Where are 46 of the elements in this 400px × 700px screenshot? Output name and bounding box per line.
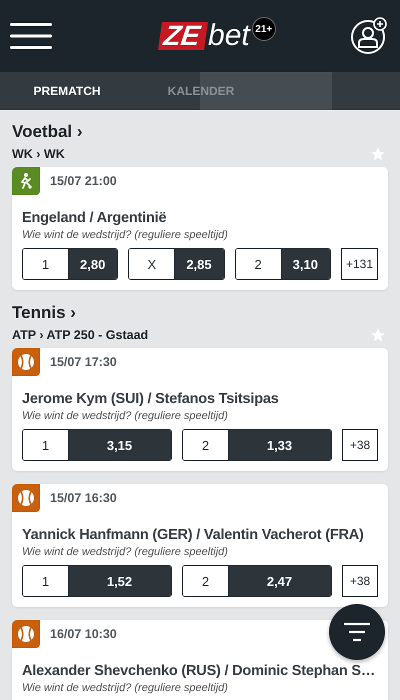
match-title[interactable]: Yannick Hanfmann (GER) / Valentin Vacherot (FRA) (22, 526, 378, 544)
more-markets-button[interactable]: +38 (342, 565, 378, 597)
section-title[interactable]: Voetbal › (12, 122, 388, 142)
odds-value: 2,47 (228, 566, 331, 596)
match-time: 15/07 16:30 (50, 491, 117, 505)
odds-button[interactable]: X 2,85 (128, 248, 225, 280)
match-time: 15/07 17:30 (50, 355, 117, 369)
odds-value: 3,15 (68, 430, 171, 460)
market-label: Wie wint de wedstrijd? (reguliere speeltijd) (22, 546, 229, 559)
competition-title[interactable]: ATP › ATP 250 - Gstaad (12, 328, 148, 342)
odds-value: 2,80 (68, 249, 118, 279)
odds-button[interactable]: 2 3,10 (234, 248, 331, 280)
odds-button[interactable]: 1 1,52 (22, 565, 172, 597)
star-icon[interactable] (370, 146, 386, 162)
odds-value: 1,52 (68, 566, 171, 596)
logo-text: bet (208, 21, 250, 51)
filter-icon (342, 622, 372, 642)
match-title[interactable]: Engeland / Argentinië (22, 209, 378, 227)
more-markets-button[interactable]: +131 (340, 248, 378, 280)
tennis-ball-icon (16, 488, 36, 508)
section-title[interactable]: Tennis › (12, 303, 388, 323)
outcome-label: X (129, 249, 174, 279)
market-label: Wie wint de wedstrijd? (reguliere speeltijd) (22, 682, 229, 695)
odds-button[interactable]: 2 2,47 (182, 565, 332, 597)
odds-button[interactable]: 2 1,33 (182, 429, 332, 461)
match-title[interactable]: Alexander Shevchenko (RUS) / Dominic Stephan S… (22, 662, 378, 680)
market-label: Wie wint de wedstrijd? (reguliere speeltijd) (22, 410, 229, 423)
add-user-icon[interactable] (350, 17, 388, 55)
menu-icon[interactable] (10, 23, 52, 49)
match-title[interactable]: Jerome Kym (SUI) / Stefanos Tsitsipas (22, 390, 378, 408)
odds-value: 2,85 (174, 249, 224, 279)
match-time: 16/07 10:30 (50, 627, 117, 641)
tab[interactable]: PREMATCH (0, 72, 134, 110)
odds-value: 1,33 (228, 430, 331, 460)
market-label: Wie wint de wedstrijd? (reguliere speeltijd) (22, 229, 229, 242)
odds-button[interactable]: 1 3,15 (22, 429, 172, 461)
odds-value: 3,10 (280, 249, 330, 279)
more-markets-button[interactable]: +38 (342, 429, 378, 461)
match-time: 15/07 21:00 (50, 174, 117, 188)
star-icon[interactable] (370, 327, 386, 343)
age-badge: 21+ (252, 17, 276, 41)
tennis-ball-icon (16, 624, 36, 644)
competition-title[interactable]: WK › WK (12, 147, 65, 161)
odds-button[interactable]: 1 2,80 (22, 248, 118, 280)
logo-mark: ZE (158, 22, 208, 50)
tennis-ball-icon (16, 352, 36, 372)
